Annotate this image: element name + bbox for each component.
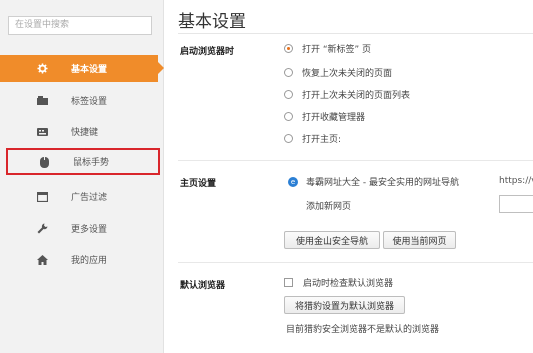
section-divider [178,160,533,161]
startup-option-restore-list[interactable]: 打开上次未关闭的页面列表 [284,87,410,101]
default-browser-section-label: 默认浏览器 [180,281,226,291]
window-icon [36,191,48,203]
homepage-url-input[interactable] [499,195,533,213]
sidebar-item-label: 标签设置 [71,97,108,107]
startup-option-homepage[interactable]: 打开主页: [284,131,341,145]
homepage-entry[interactable]: e 毒霸网址大全 - 最安全实用的网址导航 [288,175,459,188]
sidebar-item-label: 更多设置 [71,225,108,235]
sidebar-item-label: 广告过滤 [71,193,108,203]
startup-option-bookmark-manager[interactable]: 打开收藏管理器 [284,109,365,123]
radio-label: 打开 “新标签” 页 [302,44,372,55]
checkbox[interactable] [284,278,293,287]
sidebar-item-my-apps[interactable]: 我的应用 [0,246,163,273]
sidebar-item-more-settings[interactable]: 更多设置 [0,215,163,242]
keyboard-icon [36,126,48,138]
settings-search-input[interactable]: 在设置中搜索 [8,16,152,35]
mouse-icon [38,155,50,168]
use-safe-nav-button[interactable]: 使用金山安全导航 [284,231,380,249]
radio-button[interactable] [284,111,293,121]
sidebar-item-label: 快捷键 [71,128,99,138]
sidebar: 在设置中搜索 基本设置 标签设置 快捷键 鼠标手势 广告过滤 更多设置 我的应用 [0,0,164,353]
radio-button[interactable] [284,133,293,143]
title-divider [178,33,533,34]
section-divider [178,262,533,263]
radio-button[interactable] [284,67,293,77]
sidebar-item-label: 鼠标手势 [73,158,110,168]
sidebar-item-tab-settings[interactable]: 标签设置 [0,87,163,114]
homepage-url: https://v [499,176,533,186]
sidebar-item-label: 我的应用 [71,256,108,266]
default-browser-status: 目前猎豹安全浏览器不是默认的浏览器 [286,325,440,335]
startup-option-restore-pages[interactable]: 恢复上次未关闭的页面 [284,65,392,79]
sidebar-item-label: 基本设置 [71,65,108,75]
radio-label: 恢复上次未关闭的页面 [302,68,393,79]
browser-icon: e [288,176,298,187]
sidebar-item-ad-filter[interactable]: 广告过滤 [0,183,163,210]
radio-label: 打开主页: [302,134,342,145]
set-default-browser-button[interactable]: 将猎豹设置为默认浏览器 [284,296,405,314]
homepage-section-label: 主页设置 [180,179,217,189]
home-icon [36,254,48,266]
sidebar-item-mouse-gestures[interactable]: 鼠标手势 [6,148,160,175]
check-default-browser-option[interactable]: 启动时检查默认浏览器 [284,276,393,289]
radio-label: 打开收藏管理器 [302,112,366,123]
homepage-title: 毒霸网址大全 - 最安全实用的网址导航 [306,178,459,188]
add-new-page-link[interactable]: 添加新网页 [306,199,351,212]
gear-icon [36,63,48,75]
sidebar-item-shortcuts[interactable]: 快捷键 [0,118,163,145]
radio-button[interactable] [284,89,293,99]
checkbox-label: 启动时检查默认浏览器 [303,279,394,289]
tab-icon [36,95,48,107]
startup-section-label: 启动浏览器时 [180,47,235,57]
radio-button[interactable] [284,43,293,53]
wrench-icon [36,223,48,235]
page-title: 基本设置 [178,12,246,32]
startup-option-new-tab[interactable]: 打开 “新标签” 页 [284,41,371,55]
use-current-page-button[interactable]: 使用当前网页 [383,231,456,249]
sidebar-item-basic-settings[interactable]: 基本设置 [0,55,164,82]
radio-label: 打开上次未关闭的页面列表 [302,90,411,101]
